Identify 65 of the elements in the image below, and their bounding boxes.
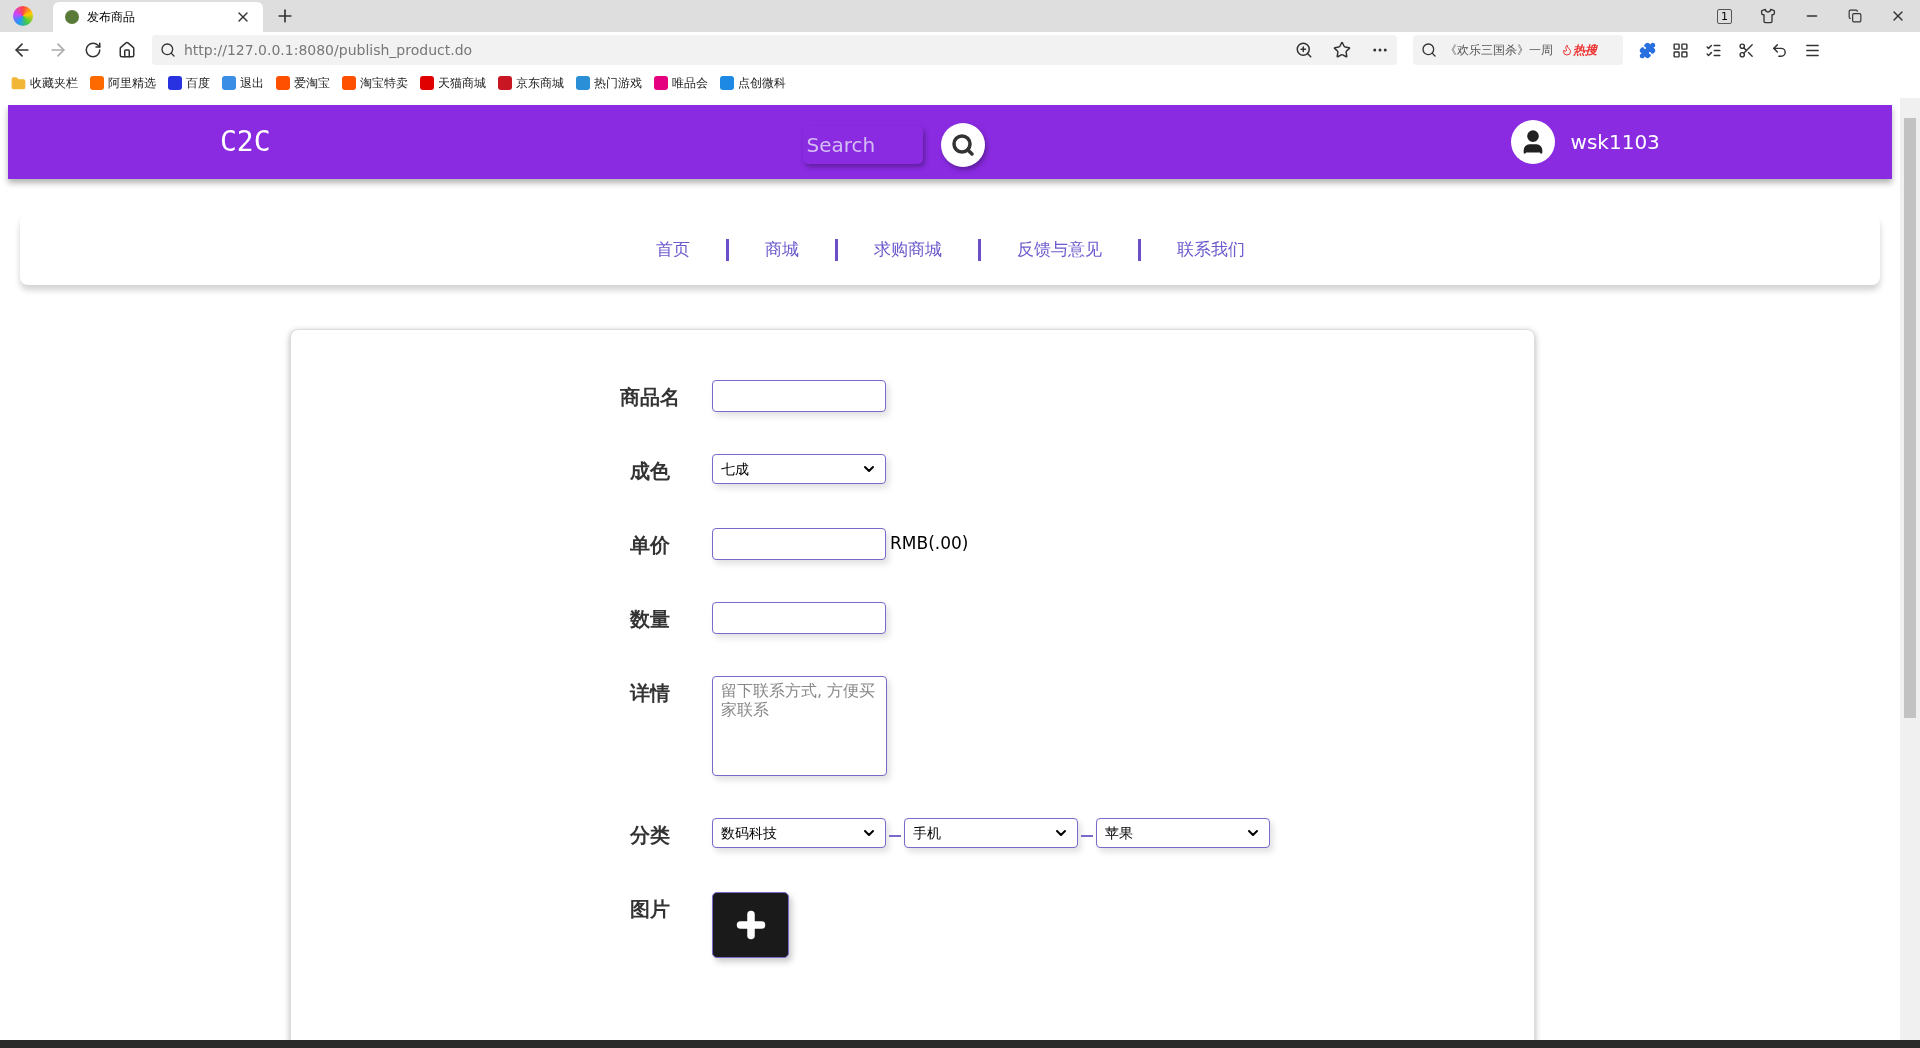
site-search-field[interactable]: Search [802,126,923,164]
nav-link[interactable]: 反馈与意见 [1016,237,1102,263]
field-label: 单价 [630,532,670,559]
url-text: http://127.0.0.1:8080/publish_product.do [184,40,474,60]
field-label: 详情 [630,680,670,707]
scissors-icon[interactable] [1738,41,1755,59]
bookmark-item[interactable]: 收藏夹栏 [11,74,78,92]
nav-link[interactable]: 求购商城 [873,237,942,263]
tab-count[interactable]: 1 [1717,8,1732,24]
field-label: 图片 [630,896,670,923]
search-suggestion: 《欢乐三国杀》一周 [1445,42,1553,59]
dropdown-field[interactable]: 手机 [904,818,1078,848]
nav-link[interactable]: 首页 [655,237,690,263]
field-label: 成色 [630,458,670,485]
dropdown-field[interactable]: 七成 [712,454,886,484]
user-avatar[interactable] [1510,120,1555,164]
bookmark-item[interactable]: 京东商城 [498,74,564,92]
text-input-field[interactable] [712,380,886,412]
nav-link[interactable]: 商城 [764,237,799,263]
dropdown-field[interactable]: 苹果 [1096,818,1270,848]
bookmark-item[interactable]: 唯品会 [654,74,708,92]
browser-tab[interactable]: 发布商品 [53,2,263,32]
home-icon[interactable] [118,41,136,59]
currency-unit: RMB(.00) [890,532,969,556]
bookmark-item[interactable]: 淘宝特卖 [342,74,408,92]
dropdown-value: 苹果 [1105,823,1133,843]
field-label: 商品名 [620,384,680,411]
text-input-field[interactable] [712,602,886,634]
search-icon [1421,42,1437,58]
undo-icon[interactable] [1771,41,1788,59]
bookmark-item[interactable]: 点创微科 [720,74,786,92]
bookmark-item[interactable]: 天猫商城 [420,74,486,92]
reload-icon[interactable] [84,41,102,59]
shirt-icon[interactable] [1760,8,1776,24]
site-logo[interactable]: C2C [220,121,271,163]
bookmark-star-icon[interactable] [1333,41,1351,59]
zoom-icon[interactable] [1295,41,1313,59]
field-label: 数量 [630,606,670,633]
extension-icon[interactable] [1639,41,1656,59]
tab-title: 发布商品 [87,9,136,26]
details-textarea[interactable]: 留下联系方式, 方便买家联系 [712,676,887,776]
bookmark-item[interactable]: 百度 [168,74,210,92]
restore-icon[interactable] [1848,9,1862,23]
search-button[interactable] [940,123,985,167]
text-input-field[interactable] [712,528,886,560]
bookmark-item[interactable]: 热门游戏 [576,74,642,92]
address-bar[interactable]: http://127.0.0.1:8080/publish_product.do [152,35,1397,65]
nav-link[interactable]: 联系我们 [1176,237,1245,263]
field-label: 分类 [630,822,670,849]
favicon-icon [65,10,79,24]
search-icon [950,133,975,157]
username[interactable]: wsk1103 [1570,127,1660,157]
add-image-button[interactable] [712,892,789,958]
bookmark-item[interactable]: 退出 [222,74,264,92]
hot-search-badge: 热搜 [1561,41,1597,59]
apps-grid-icon[interactable] [1672,41,1689,59]
browser-logo-icon [13,6,33,26]
search-icon [160,42,176,58]
dropdown-value: 手机 [913,823,941,843]
browser-search-box[interactable]: 《欢乐三国杀》一周 热搜 [1413,35,1623,65]
dropdown-field[interactable]: 数码科技 [712,818,886,848]
dropdown-value: 数码科技 [721,823,777,843]
dropdown-value: 七成 [721,459,749,479]
bookmark-item[interactable]: 爱淘宝 [276,74,330,92]
bookmark-item[interactable]: 阿里精选 [90,74,156,92]
